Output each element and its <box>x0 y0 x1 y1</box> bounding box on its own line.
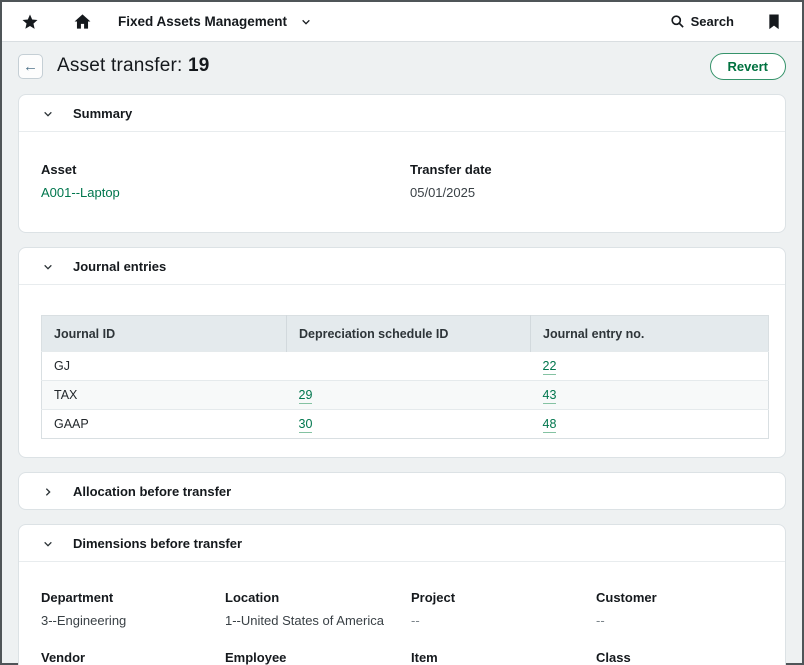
dimensions-card: Dimensions before transfer Department 3--… <box>18 524 786 665</box>
table-column-header: Depreciation schedule ID <box>287 316 531 352</box>
depreciation-schedule-id-cell <box>287 352 531 381</box>
dimension-field-value: 1--United States of America <box>225 613 411 628</box>
star-icon <box>21 13 39 31</box>
table-row: GJ 22 <box>42 352 769 381</box>
table-row: TAX 29 43 <box>42 381 769 410</box>
summary-section-title: Summary <box>73 106 132 121</box>
dimension-field-label: Project <box>411 590 596 605</box>
depreciation-schedule-id-cell: 29 <box>287 381 531 410</box>
journal-id-cell: TAX <box>42 381 287 410</box>
table-row: GAAP 30 48 <box>42 410 769 439</box>
asset-field-label: Asset <box>41 162 410 177</box>
transfer-date-value: 05/01/2025 <box>410 185 763 200</box>
page-title-text: Asset transfer: <box>57 55 183 76</box>
asset-link[interactable]: A001--Laptop <box>41 185 410 200</box>
journal-entry-no-cell: 22 <box>531 352 769 381</box>
journal-entries-table: Journal IDDepreciation schedule IDJourna… <box>41 315 769 439</box>
dimension-field-value: 3--Engineering <box>41 613 225 628</box>
journal-entry-no-link[interactable]: 22 <box>543 359 557 375</box>
dimension-field-label: Employee <box>225 650 411 665</box>
allocation-section-title: Allocation before transfer <box>73 484 231 499</box>
journal-id-cell: GJ <box>42 352 287 381</box>
transfer-date-label: Transfer date <box>410 162 763 177</box>
dimension-field: Item-- <box>411 650 596 665</box>
journal-entry-no-cell: 43 <box>531 381 769 410</box>
home-icon <box>73 12 92 31</box>
summary-body: Asset A001--Laptop Transfer date 05/01/2… <box>19 132 785 232</box>
table-column-header: Journal ID <box>42 316 287 352</box>
journal-entry-no-link[interactable]: 43 <box>543 388 557 404</box>
dimension-field: Project -- <box>411 590 596 628</box>
chevron-down-icon <box>43 262 53 272</box>
app-menu-label: Fixed Assets Management <box>118 14 287 29</box>
page-title: Asset transfer: 19 <box>57 55 210 77</box>
search-label: Search <box>691 14 734 29</box>
bookmark-button[interactable] <box>760 8 788 36</box>
chevron-down-icon <box>43 109 53 119</box>
favorites-star-button[interactable] <box>16 8 44 36</box>
journal-entries-section-toggle[interactable]: Journal entries <box>19 248 785 285</box>
summary-section-toggle[interactable]: Summary <box>19 95 785 132</box>
dimensions-section-title: Dimensions before transfer <box>73 536 242 551</box>
chevron-down-icon <box>301 17 311 27</box>
summary-card: Summary Asset A001--Laptop Transfer date… <box>18 94 786 233</box>
dimensions-section-toggle[interactable]: Dimensions before transfer <box>19 525 785 562</box>
transfer-date-field: Transfer date 05/01/2025 <box>410 162 763 200</box>
dimension-field-label: Item <box>411 650 596 665</box>
top-navigation-bar: Fixed Assets Management Search <box>2 2 802 42</box>
record-number: 19 <box>188 55 210 76</box>
chevron-down-icon <box>43 539 53 549</box>
dimensions-body: Department 3--EngineeringLocation 1--Unite… <box>19 562 785 665</box>
app-menu-fixed-assets[interactable]: Fixed Assets Management <box>118 14 311 29</box>
depreciation-schedule-id-link[interactable]: 29 <box>299 388 313 404</box>
search-icon <box>670 14 685 29</box>
journal-id-cell: GAAP <box>42 410 287 439</box>
asset-field: Asset A001--Laptop <box>41 162 410 200</box>
dimension-field-value: -- <box>596 613 763 628</box>
table-header-row: Journal IDDepreciation schedule IDJourna… <box>42 316 769 352</box>
journal-entries-card: Journal entries Journal IDDepreciation s… <box>18 247 786 458</box>
allocation-card: Allocation before transfer <box>18 472 786 510</box>
main-content: ← Asset transfer: 19 Revert Summary Asse… <box>2 42 802 665</box>
dimension-field: Department 3--Engineering <box>41 590 225 628</box>
page-header: ← Asset transfer: 19 Revert <box>18 48 786 84</box>
search-button[interactable]: Search <box>670 14 734 29</box>
dimension-field-label: Location <box>225 590 411 605</box>
journal-entry-no-cell: 48 <box>531 410 769 439</box>
dimension-field: Employee2345--Johnson <box>225 650 411 665</box>
dimension-field-value: -- <box>411 613 596 628</box>
depreciation-schedule-id-link[interactable]: 30 <box>299 417 313 433</box>
revert-button[interactable]: Revert <box>710 53 786 80</box>
dimension-field: Vendor-- <box>41 650 225 665</box>
dimension-field-label: Vendor <box>41 650 225 665</box>
depreciation-schedule-id-cell: 30 <box>287 410 531 439</box>
dimension-field-label: Department <box>41 590 225 605</box>
allocation-section-toggle[interactable]: Allocation before transfer <box>19 473 785 509</box>
home-button[interactable] <box>68 8 96 36</box>
dimension-field: Class-- <box>596 650 763 665</box>
dimension-field: Customer -- <box>596 590 763 628</box>
back-button[interactable]: ← <box>18 54 43 79</box>
dimension-field-label: Class <box>596 650 763 665</box>
chevron-right-icon <box>43 487 53 497</box>
dimension-field-label: Customer <box>596 590 763 605</box>
dimension-field: Location 1--United States of America <box>225 590 411 628</box>
table-column-header: Journal entry no. <box>531 316 769 352</box>
bookmark-icon <box>767 13 781 30</box>
journal-entries-body: Journal IDDepreciation schedule IDJourna… <box>19 285 785 457</box>
journal-entries-section-title: Journal entries <box>73 259 166 274</box>
journal-entry-no-link[interactable]: 48 <box>543 417 557 433</box>
